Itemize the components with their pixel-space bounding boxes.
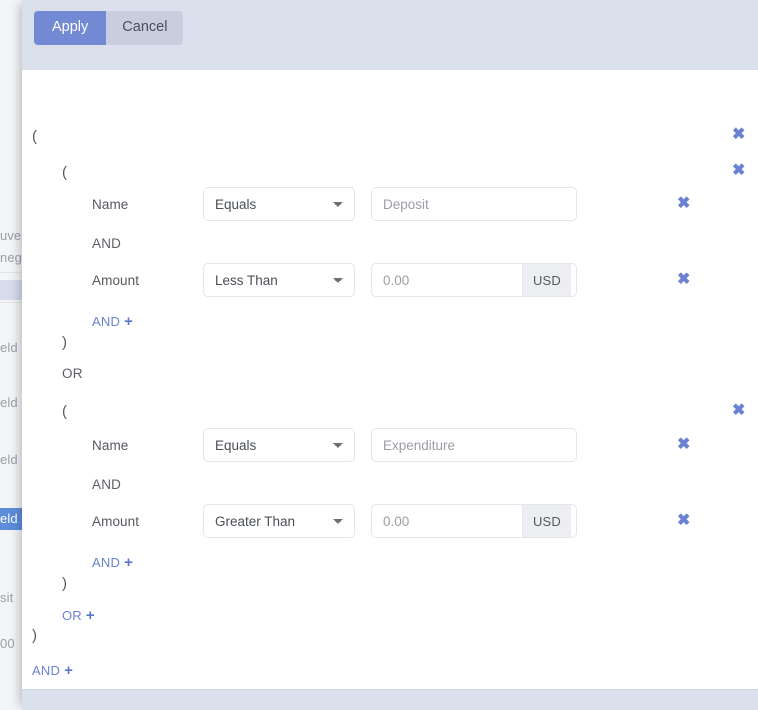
bg-text-fragment: 00: [0, 636, 15, 651]
condition-joiner-and: AND: [92, 477, 122, 492]
group-2-open-paren: (: [62, 403, 67, 420]
outer-group-close-paren: ): [32, 627, 37, 644]
condition-operator-select[interactable]: EqualsNot EqualsContainsStarts With: [203, 428, 355, 462]
action-button-group: Apply Cancel: [34, 11, 184, 45]
group-2-close-paren: ): [62, 575, 67, 592]
add-condition-label: AND: [92, 555, 121, 570]
panel-footer: [22, 689, 758, 710]
group-1-close-paren: ): [62, 334, 67, 351]
delete-condition-icon[interactable]: ✖: [677, 437, 690, 453]
bg-text-fragment: sit: [0, 590, 14, 605]
delete-condition-icon[interactable]: ✖: [677, 272, 690, 288]
plus-icon: +: [85, 607, 95, 624]
add-condition-group-2[interactable]: AND +: [92, 555, 133, 570]
bg-text-fragment: uve: [0, 228, 22, 243]
panel-header: Apply Cancel: [22, 0, 758, 70]
bg-selected-row: [0, 280, 24, 300]
outer-group-open-paren: (: [32, 128, 37, 145]
apply-button[interactable]: Apply: [34, 11, 107, 45]
delete-group-1-icon[interactable]: ✖: [732, 163, 745, 179]
plus-icon: +: [124, 313, 134, 330]
add-group-label: OR: [62, 608, 82, 623]
delete-outer-group-icon[interactable]: ✖: [732, 127, 745, 143]
condition-value-input-group: USD: [371, 263, 577, 297]
group-separator-or: OR: [62, 366, 83, 381]
group-1-open-paren: (: [62, 164, 67, 181]
bg-text-fragment: eld: [0, 340, 18, 355]
condition-operator-select[interactable]: EqualsLess ThanGreater ThanBetween: [203, 263, 355, 297]
bg-divider: [0, 272, 24, 273]
bg-text-fragment: eld: [0, 511, 18, 526]
condition-value-input-group: USD: [371, 504, 577, 538]
add-condition-group-1[interactable]: AND +: [92, 314, 133, 329]
condition-value-input[interactable]: [371, 187, 577, 221]
add-condition-label: AND: [92, 314, 121, 329]
bg-highlighted-row: eld: [0, 508, 24, 530]
add-group-button[interactable]: OR +: [62, 608, 95, 623]
add-outer-group-button[interactable]: AND +: [32, 663, 73, 678]
condition-label-amount: Amount: [92, 514, 140, 529]
plus-icon: +: [124, 554, 134, 571]
bg-text-fragment: eld: [0, 395, 18, 410]
bg-text-fragment: neg: [0, 250, 22, 265]
condition-label-name: Name: [92, 197, 129, 212]
plus-icon: +: [64, 662, 74, 679]
condition-builder: ( ✖ ( ✖ Name EqualsNot EqualsContainsSta…: [22, 70, 758, 690]
delete-condition-icon[interactable]: ✖: [677, 513, 690, 529]
delete-group-2-icon[interactable]: ✖: [732, 403, 745, 419]
delete-condition-icon[interactable]: ✖: [677, 196, 690, 212]
condition-label-name: Name: [92, 438, 129, 453]
background-page: uve neg eld eld eld eld sit 00: [0, 0, 24, 710]
bg-text-fragment: eld: [0, 452, 18, 467]
condition-value-input[interactable]: [372, 264, 522, 296]
cancel-button[interactable]: Cancel: [106, 11, 184, 45]
condition-joiner-and: AND: [92, 236, 122, 251]
bg-divider: [0, 302, 24, 303]
condition-operator-select[interactable]: EqualsNot EqualsContainsStarts With: [203, 187, 355, 221]
condition-label-amount: Amount: [92, 273, 140, 288]
currency-suffix: USD: [522, 505, 571, 537]
condition-value-input[interactable]: [372, 505, 522, 537]
add-outer-label: AND: [32, 663, 61, 678]
currency-suffix: USD: [522, 264, 571, 296]
filter-editor-panel: Apply Cancel ( ✖ ( ✖ Name EqualsNot Equa…: [22, 0, 758, 710]
condition-operator-select[interactable]: EqualsLess ThanGreater ThanBetween: [203, 504, 355, 538]
condition-value-input[interactable]: [371, 428, 577, 462]
